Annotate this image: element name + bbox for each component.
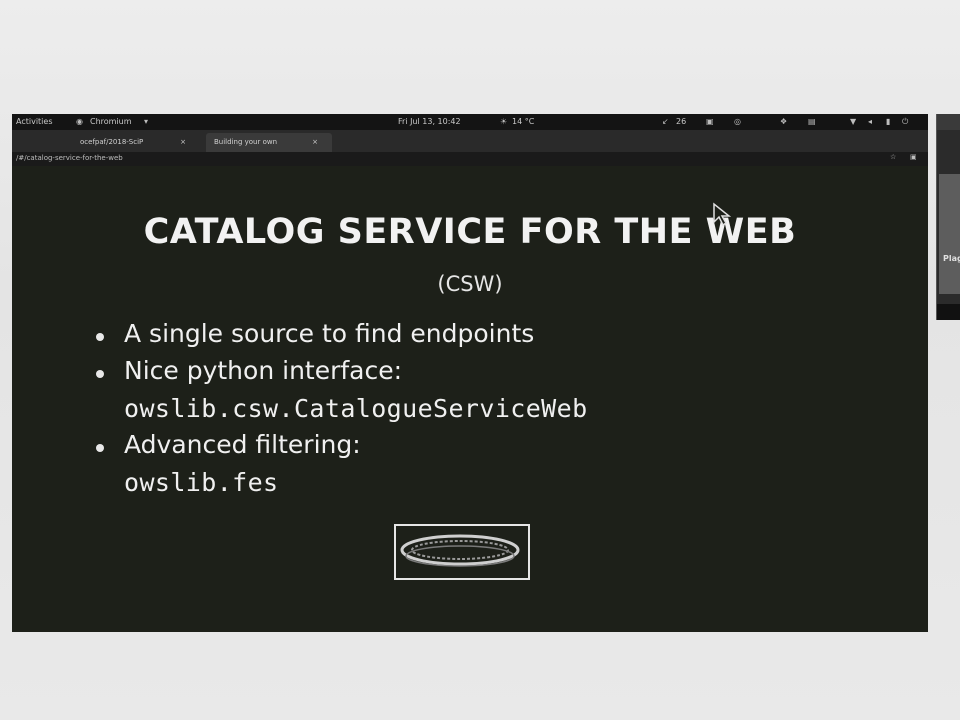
bullet-text: Nice python interface: [124,356,403,385]
chat-icon[interactable]: ▤ [808,117,816,126]
side-window[interactable]: Plagi [936,114,960,320]
bullet-dot-icon [96,444,104,452]
projected-screen: Activities ◉ Chromium ▾ Fri Jul 13, 10:4… [12,114,928,632]
wifi-icon[interactable]: ▼ [850,117,856,126]
bullet-text: Advanced filtering: [124,430,361,459]
browser-tab-bar: ocefpaf/2018-SciP × Building your own × [12,130,928,152]
chevron-down-icon: ▾ [144,117,149,126]
power-icon[interactable]: ⏻ [902,117,908,127]
battery-icon[interactable]: ▮ [886,117,890,126]
clipboard-icon[interactable]: ▣ [706,117,714,126]
side-window-titlebar [937,114,960,130]
tab-building[interactable]: Building your own × [206,133,332,152]
browser-menu-icon[interactable]: ▣ [910,153,917,161]
activities-button[interactable]: Activities [16,117,53,126]
tab-label: ocefpaf/2018-SciP [80,138,144,146]
bookmark-star-icon[interactable]: ☆ [890,153,896,161]
arrow-icon: ↙ [662,117,669,126]
code-snippet: owslib.fes [124,468,279,497]
csw-logo-image [394,524,530,580]
tab-label: Building your own [214,138,278,146]
side-window-label: Plagi [943,254,960,263]
close-icon[interactable]: × [312,138,318,146]
close-icon[interactable]: × [180,138,186,146]
system-top-bar: Activities ◉ Chromium ▾ Fri Jul 13, 10:4… [12,114,928,130]
clock[interactable]: Fri Jul 13, 10:42 [398,117,461,126]
battery-level: 26 [676,117,687,126]
volume-icon[interactable]: ◂ [868,117,872,126]
weather-temp: 14 °C [512,117,535,126]
bullet-text: A single source to find endpoints [124,319,535,348]
tab-scipy[interactable]: ocefpaf/2018-SciP × [72,133,192,152]
url-text[interactable]: /#/catalog-service-for-the-web [16,154,123,162]
address-bar[interactable]: /#/catalog-service-for-the-web ☆ ▣ [12,152,928,166]
slide-title: CATALOG SERVICE FOR THE WEB [143,212,797,252]
ring-logo-icon [400,534,520,567]
side-window-footer [937,304,960,320]
side-window-content [939,174,960,294]
bullet-dot-icon [96,333,104,341]
code-snippet: owslib.csw.CatalogueServiceWeb [124,394,588,423]
app-menu-button[interactable]: Chromium [90,117,132,126]
app-menu-icon: ◉ [76,117,83,126]
dropbox-icon[interactable]: ❖ [780,117,787,126]
mouse-cursor-icon [713,202,732,226]
bullet-dot-icon [96,370,104,378]
weather-icon: ☀ [500,117,508,126]
slide-subtitle: (CSW) [437,272,503,296]
eye-icon[interactable]: ◎ [734,117,741,126]
